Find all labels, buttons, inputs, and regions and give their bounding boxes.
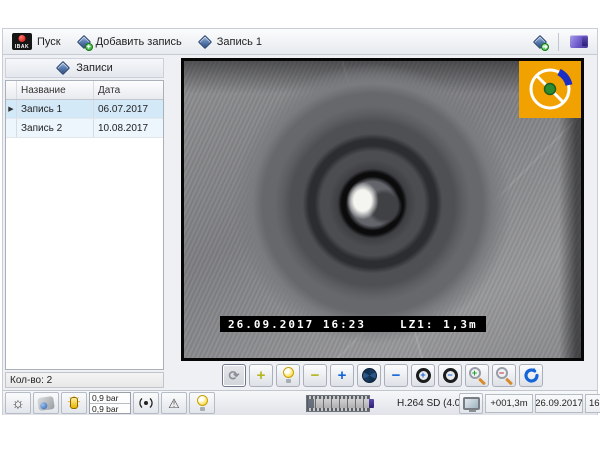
records-table-header: Название Дата [6,81,163,100]
record-1-date-cell: 06.07.2017 [94,100,163,118]
aux-lamp-button[interactable] [189,392,215,414]
beacon-button[interactable]: ☀ [61,392,87,414]
video-control-toolbar: ⟳ + − + − + − + [181,363,584,387]
main-toolbar: IBAK Пуск + Добавить запись Запись 1 ➜ [3,29,597,55]
focus-near-button[interactable]: + [411,364,435,387]
monitor-icon [463,397,480,410]
reset-view-button[interactable] [519,364,543,387]
warning-button[interactable]: ⚠ [161,392,187,414]
pressure-top-value: 0,9 bar [90,393,130,404]
records-count-bar: Кол-во: 2 [5,372,164,388]
zoom-out-button[interactable]: − [492,364,516,387]
start-button[interactable]: IBAK Пуск [9,31,64,52]
start-button-label: Пуск [37,36,61,48]
date-readout: 26.09.2017 [535,394,583,413]
records-panel-title: Записи [76,62,113,74]
video-feed[interactable]: 26.09.2017 16:23 LZ1: 1,3m [181,58,584,361]
iris-icon [362,368,377,383]
add-record-icon: + [77,35,91,49]
transmitter-icon [137,396,155,410]
iris-button[interactable] [357,364,381,387]
osd-distance: LZ1: 1,3m [400,318,478,331]
records-panel: Записи Название Дата ▶ Запись 1 06.07.20… [4,58,165,388]
ibak-logo-icon: IBAK [12,33,32,50]
column-header-name[interactable]: Название [17,81,94,99]
camera-head-icon [37,395,55,410]
export-record-icon: ➜ [533,35,547,49]
reset-icon [523,367,540,384]
iris-close-button[interactable]: − [384,364,408,387]
camera-orientation-indicator [519,61,581,118]
add-record-button[interactable]: + Добавить запись [74,33,185,51]
camera-view-button[interactable] [567,33,591,50]
record-1-button[interactable]: Запись 1 [195,33,265,51]
lamp-button[interactable] [276,364,300,387]
toolbar-separator [558,33,559,51]
record-2-name-cell: Запись 2 [17,119,94,137]
table-row-record-1[interactable]: ▶ Запись 1 06.07.2017 [6,100,163,119]
recording-buffer-indicator [306,395,370,412]
column-header-date[interactable]: Дата [94,81,163,99]
status-bar: ☼ ☀ 0,9 bar 0,9 bar [3,390,597,415]
iris-minus-icon: − [392,368,401,383]
status-left-controls: ☼ ☀ 0,9 bar 0,9 bar [5,392,215,414]
focus-far-icon: − [443,368,458,383]
record-2-date-cell: 10.08.2017 [94,119,163,137]
video-osd-overlay: 26.09.2017 16:23 LZ1: 1,3m [220,316,486,332]
record-icon [198,35,212,49]
table-row-record-2[interactable]: Запись 2 10.08.2017 [6,119,163,138]
beacon-icon: ☀ [65,394,83,412]
iris-plus-icon: + [338,368,347,383]
aux-lamp-icon [196,395,209,411]
distance-readout: +001,3m [485,394,533,413]
zoom-in-icon: + [469,367,486,384]
osd-datetime: 26.09.2017 16:23 [228,318,366,331]
selected-row-marker: ▶ [6,100,17,118]
light-minus-icon: − [311,368,320,383]
camera-head-button[interactable] [33,392,59,414]
row-marker [6,119,17,137]
pressure-bottom-value: 0,9 bar [90,404,130,414]
zoom-in-button[interactable]: + [465,364,489,387]
focus-near-icon: + [416,368,431,383]
pressure-readout: 0,9 bar 0,9 bar [89,392,131,414]
light-plus-icon: + [257,368,266,383]
export-record-button[interactable]: ➜ [530,33,550,51]
display-settings-button[interactable] [459,393,483,414]
focus-far-button[interactable]: − [438,364,462,387]
warning-icon: ⚠ [168,397,180,410]
lamp-icon [282,367,295,383]
sonde-button[interactable] [133,392,159,414]
iris-open-button[interactable]: + [330,364,354,387]
brightness-button[interactable]: ☼ [5,392,31,414]
snapshot-button[interactable]: ⟳ [222,364,246,387]
zoom-out-icon: − [496,367,513,384]
records-table: Название Дата ▶ Запись 1 06.07.2017 Запи… [5,80,164,370]
records-icon [56,61,70,75]
time-readout: 16:23 [585,394,600,413]
add-record-label: Добавить запись [96,36,182,48]
app-window: IBAK Пуск + Добавить запись Запись 1 ➜ [2,28,598,415]
video-camera-icon [570,35,588,48]
record-1-name-cell: Запись 1 [17,100,94,118]
light-increase-button[interactable]: + [249,364,273,387]
records-panel-header[interactable]: Записи [5,58,164,78]
brightness-icon: ☼ [11,396,25,411]
snapshot-icon: ⟳ [229,369,240,382]
record-1-label: Запись 1 [217,36,262,48]
row-marker-header [6,81,17,99]
light-decrease-button[interactable]: − [303,364,327,387]
